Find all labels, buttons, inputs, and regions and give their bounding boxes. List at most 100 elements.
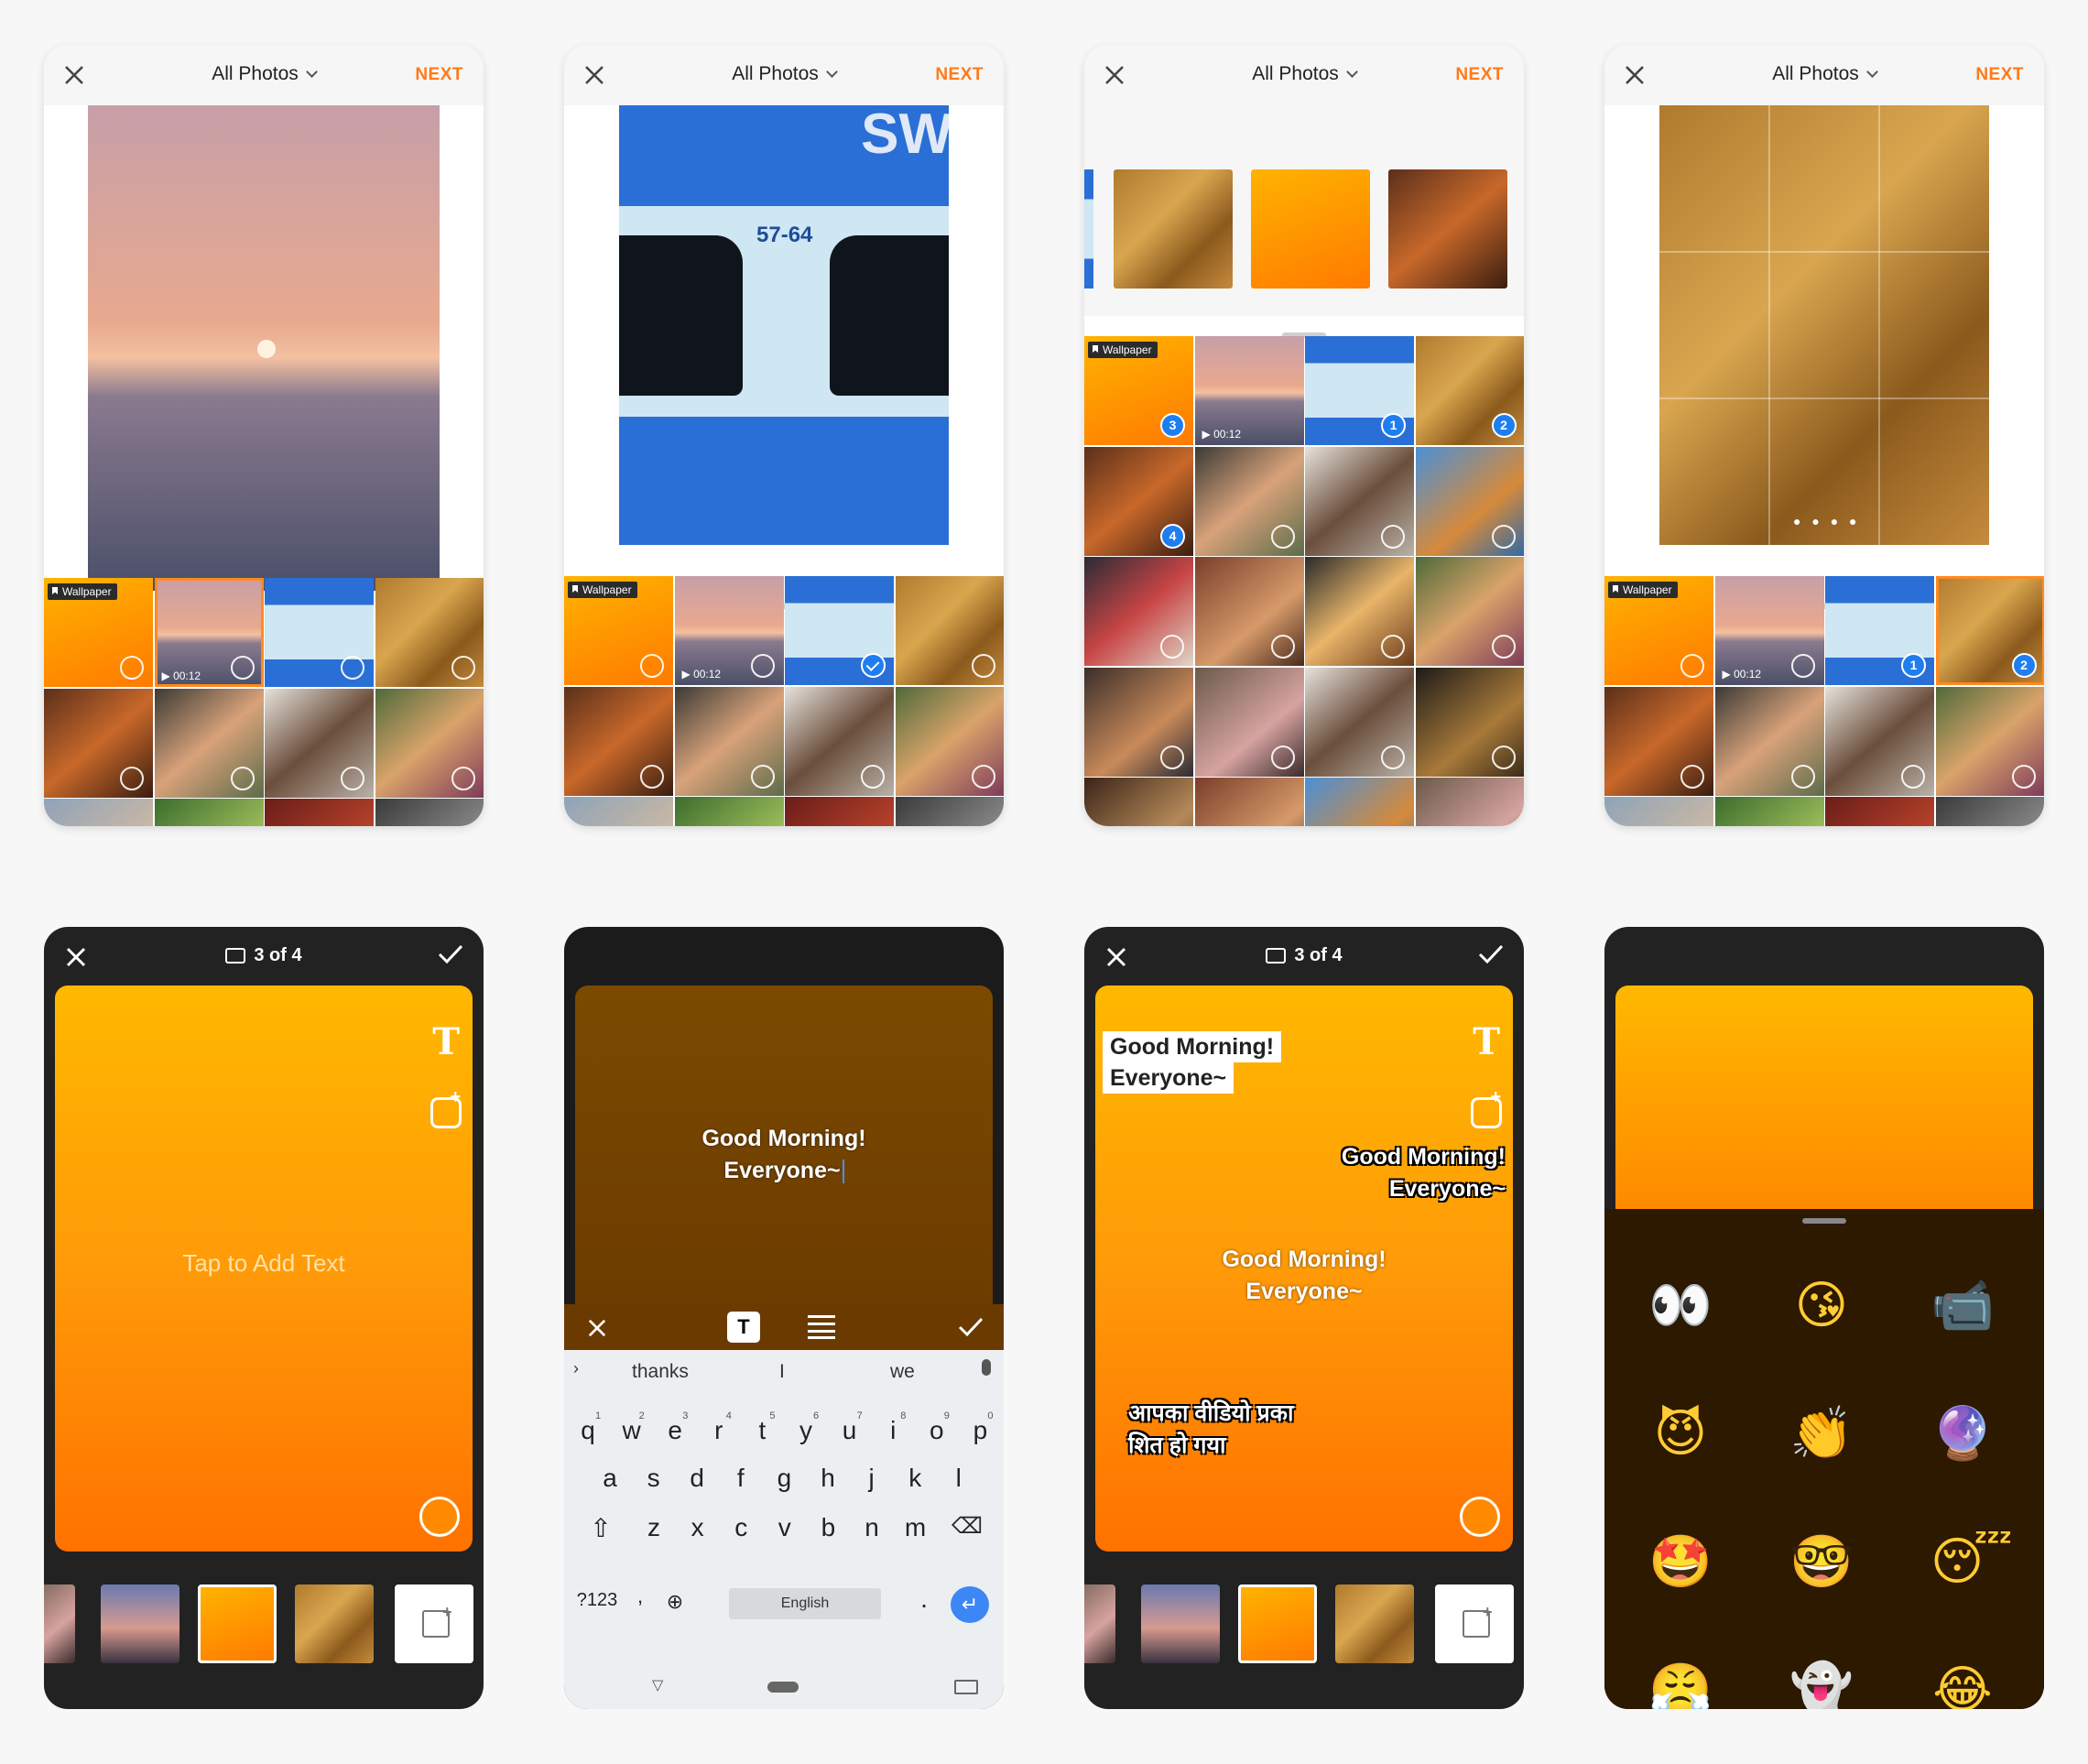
key-t[interactable]: t bbox=[742, 1416, 782, 1445]
align-icon[interactable] bbox=[808, 1315, 835, 1339]
next-button[interactable]: NEXT bbox=[935, 65, 984, 85]
sticker-tool-icon[interactable] bbox=[1471, 1087, 1502, 1128]
grid-cell-video[interactable]: ▶ 00:12 bbox=[674, 576, 784, 685]
key-j[interactable]: j bbox=[852, 1464, 892, 1493]
select-ring[interactable] bbox=[1491, 524, 1516, 549]
story-canvas[interactable]: T Good Morning! Everyone~ Good Morning! … bbox=[1095, 985, 1513, 1552]
grid-cell[interactable] bbox=[1194, 446, 1304, 556]
drag-handle[interactable] bbox=[1802, 1218, 1846, 1224]
grid-cell-wallpaper[interactable]: Wallpaper bbox=[564, 576, 673, 685]
key-y[interactable]: y bbox=[786, 1416, 826, 1445]
key-e[interactable]: e bbox=[655, 1416, 695, 1445]
emoji-sticker[interactable]: 😈 bbox=[1648, 1401, 1713, 1465]
editing-text[interactable]: Good Morning! Everyone~ bbox=[575, 1123, 993, 1187]
key-p[interactable]: p bbox=[960, 1416, 1000, 1445]
home-nav-pill[interactable] bbox=[767, 1682, 799, 1693]
key-v[interactable]: v bbox=[765, 1513, 805, 1542]
confirm-check-icon[interactable] bbox=[438, 943, 463, 965]
page-thumb[interactable] bbox=[101, 1584, 179, 1663]
select-ring[interactable] bbox=[341, 766, 364, 790]
selection-badge[interactable]: 1 bbox=[1381, 413, 1406, 438]
grid-cell[interactable] bbox=[375, 799, 484, 826]
select-ring[interactable] bbox=[230, 766, 255, 790]
text-style-icon[interactable]: T bbox=[727, 1312, 760, 1343]
grid-cell[interactable] bbox=[1194, 557, 1304, 666]
key-d[interactable]: d bbox=[677, 1464, 717, 1493]
grid-cell[interactable] bbox=[564, 797, 673, 826]
grid-cell-wallpaper[interactable]: Wallpaper bbox=[44, 578, 153, 687]
comma-key[interactable]: , bbox=[626, 1584, 654, 1608]
key-m[interactable]: m bbox=[896, 1513, 936, 1542]
select-ring[interactable] bbox=[120, 656, 144, 680]
back-nav-icon[interactable]: ▽ bbox=[652, 1676, 663, 1694]
grid-cell[interactable] bbox=[1415, 778, 1524, 826]
add-page-button[interactable] bbox=[395, 1584, 473, 1663]
add-page-button[interactable] bbox=[1435, 1584, 1514, 1663]
grid-cell[interactable] bbox=[1604, 797, 1713, 826]
grid-cell[interactable] bbox=[1825, 686, 1934, 796]
select-ring[interactable] bbox=[1790, 764, 1815, 789]
grid-cell[interactable] bbox=[1305, 778, 1414, 826]
grid-cell-video[interactable]: ▶ 00:12 bbox=[154, 578, 264, 687]
grid-cell[interactable] bbox=[265, 688, 374, 798]
tap-to-add-text[interactable]: Tap to Add Text bbox=[55, 1249, 473, 1278]
grid-cell-train[interactable]: 1 bbox=[1305, 336, 1414, 445]
select-ring[interactable] bbox=[750, 764, 775, 789]
color-picker-button[interactable] bbox=[419, 1497, 460, 1537]
emoji-sticker[interactable]: 👀 bbox=[1648, 1273, 1713, 1337]
page-thumb[interactable] bbox=[1141, 1584, 1220, 1663]
grid-cell[interactable] bbox=[674, 797, 784, 826]
shift-key[interactable]: ⇧ bbox=[581, 1513, 621, 1543]
select-ring[interactable] bbox=[1160, 635, 1184, 659]
select-ring[interactable] bbox=[120, 766, 144, 790]
next-button[interactable]: NEXT bbox=[415, 65, 463, 85]
grid-cell[interactable] bbox=[785, 686, 894, 796]
grid-cell[interactable] bbox=[895, 797, 1004, 826]
emoji-sticker[interactable]: 😘 bbox=[1789, 1273, 1854, 1337]
grid-cell[interactable] bbox=[1084, 557, 1193, 666]
grid-cell[interactable] bbox=[1935, 797, 2044, 826]
emoji-sticker[interactable]: 🤩 bbox=[1648, 1530, 1713, 1594]
confirm-check-icon[interactable] bbox=[1478, 943, 1504, 965]
selection-badge[interactable]: 2 bbox=[1491, 413, 1517, 438]
select-ring[interactable] bbox=[1901, 764, 1925, 789]
select-ring[interactable] bbox=[451, 766, 475, 790]
grid-cell-video[interactable]: ▶ 00:12 bbox=[1714, 576, 1824, 685]
grid-cell[interactable] bbox=[1194, 778, 1304, 826]
grid-cell[interactable] bbox=[1084, 778, 1193, 826]
key-k[interactable]: k bbox=[895, 1464, 935, 1493]
grid-cell[interactable] bbox=[1714, 686, 1824, 796]
grid-cell-saree[interactable]: 2 bbox=[1415, 336, 1524, 445]
grid-cell[interactable] bbox=[1194, 667, 1304, 777]
grid-cell[interactable] bbox=[1305, 667, 1414, 777]
select-ring[interactable] bbox=[861, 764, 885, 789]
grid-cell[interactable] bbox=[1825, 797, 1934, 826]
grid-cell[interactable] bbox=[44, 799, 153, 826]
grid-cell[interactable] bbox=[1415, 446, 1524, 556]
selected-thumb-partial[interactable] bbox=[1084, 169, 1093, 289]
select-ring[interactable] bbox=[1790, 654, 1815, 678]
emoji-sticker[interactable]: 😴 bbox=[1930, 1530, 2013, 1594]
globe-icon[interactable]: ⊕ bbox=[661, 1590, 689, 1614]
grid-cell[interactable]: 4 bbox=[1084, 446, 1193, 556]
key-l[interactable]: l bbox=[939, 1464, 979, 1493]
select-ring[interactable] bbox=[230, 656, 255, 680]
grid-cell[interactable] bbox=[154, 688, 264, 798]
text-tool-icon[interactable]: T bbox=[432, 1020, 460, 1063]
grid-cell[interactable] bbox=[1935, 686, 2044, 796]
grid-cell[interactable] bbox=[674, 686, 784, 796]
symbols-key[interactable]: ?123 bbox=[571, 1590, 623, 1611]
key-w[interactable]: w bbox=[612, 1416, 652, 1445]
enter-key[interactable]: ↵ bbox=[951, 1586, 989, 1623]
grid-cell[interactable] bbox=[375, 688, 484, 798]
select-ring[interactable] bbox=[1270, 524, 1295, 549]
backspace-key[interactable]: ⌫ bbox=[947, 1513, 987, 1540]
confirm-check-icon[interactable] bbox=[958, 1316, 984, 1338]
select-ring[interactable] bbox=[1381, 524, 1405, 549]
select-ring[interactable] bbox=[1491, 745, 1516, 769]
key-x[interactable]: x bbox=[678, 1513, 718, 1542]
close-icon[interactable] bbox=[588, 1319, 606, 1337]
period-key[interactable]: . bbox=[910, 1584, 938, 1614]
grid-cell-saree[interactable] bbox=[375, 578, 484, 687]
selection-badge[interactable]: 2 bbox=[2011, 653, 2037, 678]
